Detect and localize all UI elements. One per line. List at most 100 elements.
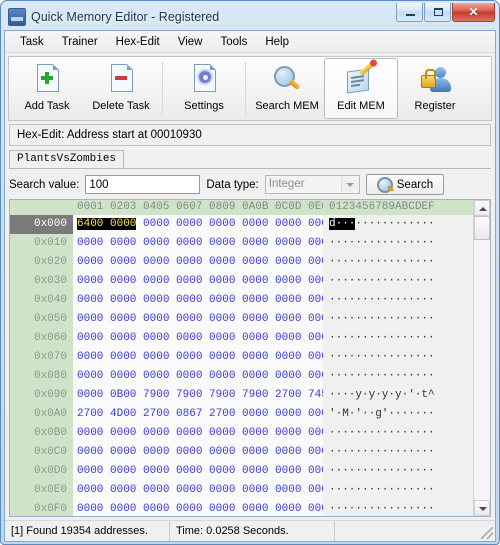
status-extra xyxy=(335,521,495,541)
address-text: Hex-Edit: Address start at 00010930 xyxy=(17,129,202,141)
search-mem-button[interactable]: Search MEM xyxy=(250,58,324,119)
hex-row-ascii[interactable]: ················ xyxy=(323,367,473,386)
scrollbar-track[interactable] xyxy=(474,216,490,500)
hex-row[interactable]: 0x070 0000 0000 0000 0000 0000 0000 0000 … xyxy=(10,348,473,367)
hex-row[interactable]: 0x0D0 0000 0000 0000 0000 0000 0000 0000 … xyxy=(10,462,473,481)
hex-row-ascii[interactable]: ················ xyxy=(323,443,473,462)
hex-row-address: 0x050 xyxy=(10,310,73,329)
hex-row[interactable]: 0x010 0000 0000 0000 0000 0000 0000 0000 … xyxy=(10,234,473,253)
hex-row-ascii[interactable]: ················ xyxy=(323,310,473,329)
hex-selection[interactable]: 6400 0000 xyxy=(77,218,137,230)
search-input[interactable] xyxy=(85,175,201,194)
address-bar: Hex-Edit: Address start at 00010930 xyxy=(9,124,491,146)
hex-row-bytes[interactable]: 0000 0000 0000 0000 0000 0000 0000 0000 xyxy=(73,481,334,500)
page-minus-icon xyxy=(104,63,138,97)
hex-row-ascii[interactable]: ················ xyxy=(323,253,473,272)
add-task-button[interactable]: Add Task xyxy=(10,58,84,119)
hex-row[interactable]: 0x040 0000 0000 0000 0000 0000 0000 0000 … xyxy=(10,291,473,310)
hex-row[interactable]: 0x0E0 0000 0000 0000 0000 0000 0000 0000 … xyxy=(10,481,473,500)
close-icon: ✕ xyxy=(468,5,479,19)
hex-row-bytes[interactable]: 6400 0000 0000 0000 0000 0000 0000 0000 xyxy=(73,215,334,234)
hex-row-bytes[interactable]: 0000 0B00 7900 7900 7900 7900 2700 745E xyxy=(73,386,334,405)
search-value-label: Search value: xyxy=(9,178,80,191)
hex-row-address: 0x090 xyxy=(10,386,73,405)
hex-row-ascii[interactable]: ················ xyxy=(323,291,473,310)
app-icon xyxy=(8,8,26,26)
hex-row-bytes[interactable]: 0000 0000 0000 0000 0000 0000 0000 0000 xyxy=(73,310,334,329)
hex-row-ascii[interactable]: ····y·y·y·y·'·t^ xyxy=(323,386,473,405)
toolbar: Add Task Delete Task Settings Search MEM… xyxy=(8,56,492,121)
hex-row[interactable]: 0x050 0000 0000 0000 0000 0000 0000 0000 … xyxy=(10,310,473,329)
hex-row[interactable]: 0x0C0 0000 0000 0000 0000 0000 0000 0000 … xyxy=(10,443,473,462)
status-time: Time: 0.0258 Seconds. xyxy=(170,521,335,541)
search-button[interactable]: Search xyxy=(365,174,445,195)
hex-row[interactable]: 0x0F0 0000 0000 0000 0000 0000 0000 0000 … xyxy=(10,500,473,516)
hex-row[interactable]: 0x0A0 2700 4D00 2700 0867 2700 0000 0000 … xyxy=(10,405,473,424)
hex-row-bytes[interactable]: 0000 0000 0000 0000 0000 0000 0000 0000 xyxy=(73,291,334,310)
menu-item-view[interactable]: View xyxy=(169,33,212,51)
hex-row-bytes[interactable]: 0000 0000 0000 0000 0000 0000 0000 0000 xyxy=(73,462,334,481)
hex-vertical-scrollbar[interactable] xyxy=(473,200,490,516)
hex-row[interactable]: 0x030 0000 0000 0000 0000 0000 0000 0000 … xyxy=(10,272,473,291)
hex-row-bytes[interactable]: 0000 0000 0000 0000 0000 0000 0000 0000 xyxy=(73,234,334,253)
hex-row-bytes[interactable]: 0000 0000 0000 0000 0000 0000 0000 0000 xyxy=(73,348,334,367)
hex-row-ascii[interactable]: ················ xyxy=(323,481,473,500)
magnifier-icon xyxy=(270,63,304,97)
hex-row-bytes[interactable]: 0000 0000 0000 0000 0000 0000 0000 0000 xyxy=(73,424,334,443)
hex-row-address: 0x0A0 xyxy=(10,405,73,424)
settings-button[interactable]: Settings xyxy=(167,58,241,119)
ascii-selection[interactable]: d··· xyxy=(329,218,356,230)
hex-row[interactable]: 0x060 0000 0000 0000 0000 0000 0000 0000 … xyxy=(10,329,473,348)
hex-row-address: 0x0B0 xyxy=(10,424,73,443)
hex-row-address: 0x0E0 xyxy=(10,481,73,500)
hex-grid: 0001 0203 0405 0607 0809 0A0B 0C0D 0E0F … xyxy=(10,200,473,516)
hex-row-ascii[interactable]: ················ xyxy=(323,234,473,253)
hex-row[interactable]: 0x020 0000 0000 0000 0000 0000 0000 0000 … xyxy=(10,253,473,272)
hex-row-ascii[interactable]: '·M·'··g'······· xyxy=(323,405,473,424)
data-type-select[interactable]: Integer xyxy=(264,175,360,194)
hex-row[interactable]: 0x0B0 0000 0000 0000 0000 0000 0000 0000 … xyxy=(10,424,473,443)
hex-row-bytes[interactable]: 0000 0000 0000 0000 0000 0000 0000 0000 xyxy=(73,329,334,348)
hex-row-ascii[interactable]: ················ xyxy=(323,462,473,481)
hex-row-ascii[interactable]: ················ xyxy=(323,272,473,291)
close-button[interactable]: ✕ xyxy=(452,3,495,22)
menu-item-help[interactable]: Help xyxy=(256,33,298,51)
scroll-up-arrow-icon[interactable] xyxy=(474,200,490,216)
hex-row[interactable]: 0x080 0000 0000 0000 0000 0000 0000 0000 … xyxy=(10,367,473,386)
menu-item-hex-edit[interactable]: Hex-Edit xyxy=(107,33,169,51)
hex-row-list[interactable]: 0x000 6400 0000 0000 0000 0000 0000 0000 … xyxy=(10,215,473,516)
menu-item-tools[interactable]: Tools xyxy=(211,33,256,51)
register-button[interactable]: Register xyxy=(398,58,472,119)
hex-row[interactable]: 0x090 0000 0B00 7900 7900 7900 7900 2700 … xyxy=(10,386,473,405)
hex-row-ascii[interactable]: ················ xyxy=(323,348,473,367)
hex-row[interactable]: 0x000 6400 0000 0000 0000 0000 0000 0000 … xyxy=(10,215,473,234)
hex-row-ascii[interactable]: ················ xyxy=(323,500,473,516)
scroll-down-arrow-icon[interactable] xyxy=(474,500,490,516)
maximize-button[interactable] xyxy=(424,3,451,22)
menu-item-trainer[interactable]: Trainer xyxy=(53,33,107,51)
settings-label: Settings xyxy=(184,100,224,112)
hex-row-bytes[interactable]: 0000 0000 0000 0000 0000 0000 0000 0000 xyxy=(73,367,334,386)
status-found: [1] Found 19354 addresses. xyxy=(5,521,170,541)
hex-row-bytes[interactable]: 0000 0000 0000 0000 0000 0000 0000 0000 xyxy=(73,500,334,516)
hex-header-row: 0001 0203 0405 0607 0809 0A0B 0C0D 0E0F … xyxy=(10,200,473,215)
hex-row-bytes[interactable]: 0000 0000 0000 0000 0000 0000 0000 0000 xyxy=(73,443,334,462)
status-bar: [1] Found 19354 addresses. Time: 0.0258 … xyxy=(5,520,495,541)
hex-row-ascii[interactable]: ················ xyxy=(323,329,473,348)
minimize-button[interactable] xyxy=(396,3,423,22)
search-row: Search value: Data type: Integer Search xyxy=(9,173,491,196)
resize-grip-icon[interactable] xyxy=(481,527,493,539)
hex-row-bytes[interactable]: 0000 0000 0000 0000 0000 0000 0000 0000 xyxy=(73,253,334,272)
hex-row-address: 0x060 xyxy=(10,329,73,348)
hex-row-bytes[interactable]: 0000 0000 0000 0000 0000 0000 0000 0000 xyxy=(73,272,334,291)
hex-row-ascii[interactable]: d··············· xyxy=(323,215,473,234)
delete-task-button[interactable]: Delete Task xyxy=(84,58,158,119)
edit-mem-button[interactable]: Edit MEM xyxy=(324,58,398,119)
scrollbar-thumb[interactable] xyxy=(474,216,490,240)
tab-plantsvszombies[interactable]: PlantsVsZombies xyxy=(9,150,125,168)
hex-row-bytes[interactable]: 2700 4D00 2700 0867 2700 0000 0000 0000 xyxy=(73,405,334,424)
hex-row-address: 0x040 xyxy=(10,291,73,310)
menu-item-task[interactable]: Task xyxy=(11,33,53,51)
hex-row-ascii[interactable]: ················ xyxy=(323,424,473,443)
magnifier-icon xyxy=(376,176,393,193)
